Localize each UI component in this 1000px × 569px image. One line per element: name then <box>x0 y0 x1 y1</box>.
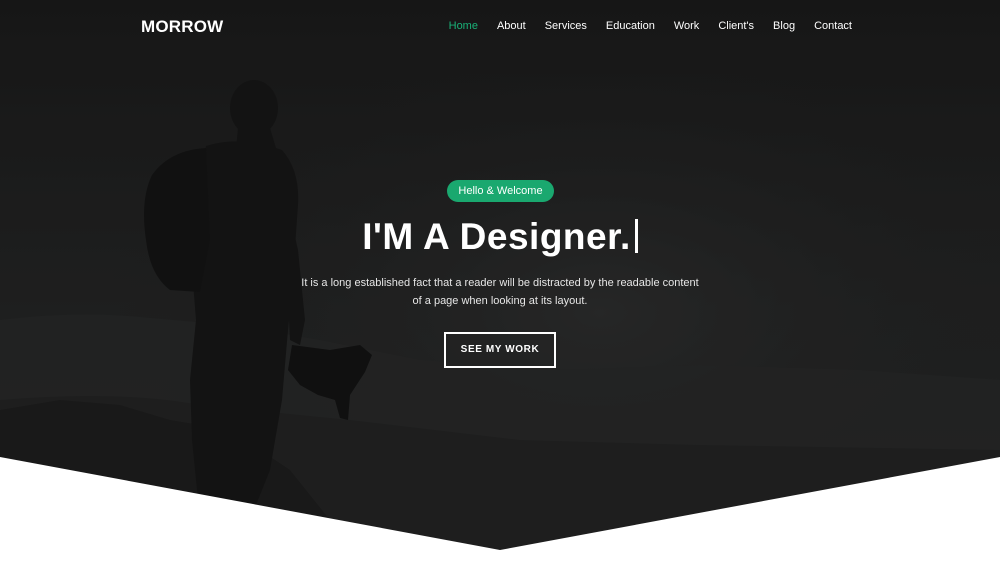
welcome-badge: Hello & Welcome <box>447 180 554 202</box>
hero-description: It is a long established fact that a rea… <box>301 277 699 307</box>
hero-headline: I'M A Designer. <box>0 213 1000 261</box>
hero-headline-text: I'M A Designer. <box>362 216 631 257</box>
hero-section: MORROW Home About Services Education Wor… <box>0 0 1000 569</box>
hero-content: Hello & Welcome I'M A Designer. It is a … <box>0 0 1000 569</box>
typing-cursor <box>634 219 638 253</box>
see-my-work-button[interactable]: SEE MY WORK <box>444 332 556 368</box>
